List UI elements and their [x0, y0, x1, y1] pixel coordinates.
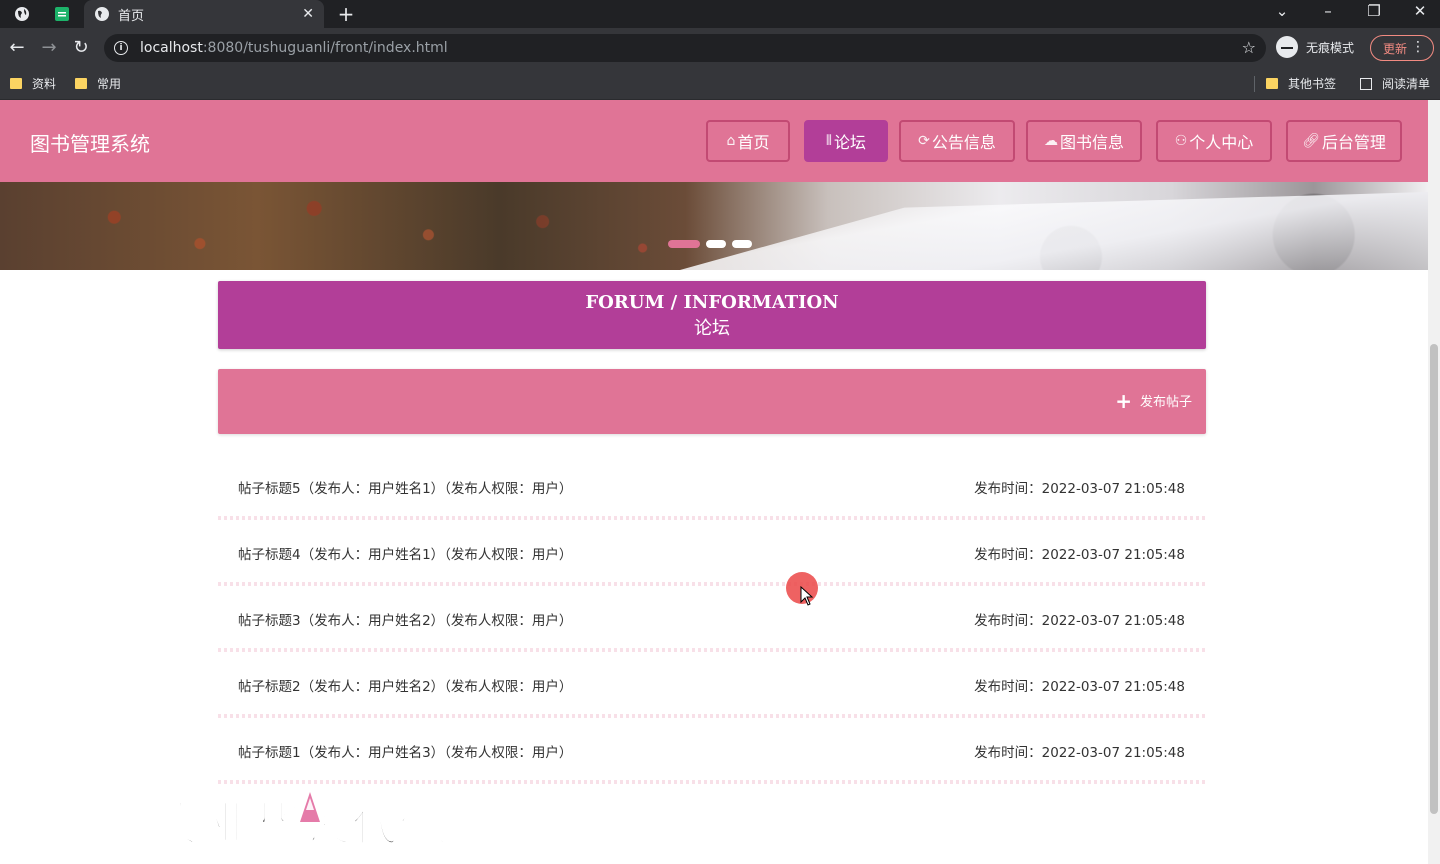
post-time: 发布时间：2022-03-07 21:05:48: [974, 481, 1185, 497]
site-title: 图书管理系统: [30, 132, 150, 156]
restore-button[interactable]: ❐: [1362, 2, 1386, 20]
nav-label: 后台管理: [1321, 133, 1386, 152]
post-row[interactable]: 帖子标题5（发布人：用户姓名1）（发布人权限：用户） 发布时间：2022-03-…: [218, 454, 1206, 520]
reading-list-icon: [1360, 77, 1372, 90]
back-button[interactable]: ←: [5, 36, 29, 60]
carousel-dot[interactable]: [706, 240, 726, 248]
url-host: localhost: [140, 40, 203, 56]
forum-title-cn: 论坛: [694, 318, 730, 339]
post-list: 帖子标题5（发布人：用户姓名1）（发布人权限：用户） 发布时间：2022-03-…: [218, 454, 1206, 784]
forum-heading: FORUM / INFORMATION 论坛: [218, 281, 1206, 349]
incognito-indicator[interactable]: 无痕模式: [1276, 36, 1354, 58]
close-tab-icon[interactable]: ✕: [302, 6, 314, 22]
page-scrollbar[interactable]: [1428, 100, 1440, 864]
plus-icon: +: [1115, 388, 1132, 413]
update-button[interactable]: 更新 ⋮: [1370, 35, 1434, 61]
post-row[interactable]: 帖子标题3（发布人：用户姓名2）（发布人权限：用户） 发布时间：2022-03-…: [218, 586, 1206, 652]
home-icon: ⌂: [726, 133, 736, 149]
nav-label: 图书信息: [1059, 133, 1124, 152]
incognito-icon: [1276, 36, 1298, 58]
publish-post-button[interactable]: + 发布帖子: [1115, 388, 1192, 413]
nav-label: 公告信息: [931, 133, 996, 152]
post-title[interactable]: 帖子标题2（发布人：用户姓名2）（发布人权限：用户）: [238, 675, 572, 695]
folder-icon: [75, 78, 87, 89]
nav-label: 个人中心: [1189, 133, 1254, 152]
forward-button[interactable]: →: [37, 36, 61, 60]
reading-list-label: 阅读清单: [1382, 77, 1431, 91]
bookmark-label: 常用: [97, 77, 122, 91]
post-row[interactable]: 帖子标题1（发布人：用户姓名3）（发布人权限：用户） 发布时间：2022-03-…: [218, 718, 1206, 784]
address-bar[interactable]: i localhost:8080/tushuguanli/front/index…: [104, 34, 1266, 62]
folder-icon: [10, 78, 22, 89]
nav-label: 首页: [737, 133, 770, 152]
bookmark-folder-common[interactable]: 常用: [75, 75, 121, 92]
incognito-label: 无痕模式: [1306, 40, 1355, 55]
folder-icon: [1266, 78, 1278, 89]
url-path: :8080/tushuguanli/front/index.html: [202, 40, 448, 56]
watermark-logo-icon: [300, 792, 320, 822]
forum-title-en: FORUM / INFORMATION: [585, 292, 839, 313]
post-title[interactable]: 帖子标题5（发布人：用户姓名1）（发布人权限：用户）: [238, 477, 572, 497]
post-time: 发布时间：2022-03-07 21:05:48: [974, 547, 1185, 563]
web-page: 图书管理系统 ⌂ 首页 ⫴ 论坛 ⟳ 公告信息 ☁ 图书信息 ⚇ 个人中心 🔗︎…: [0, 100, 1428, 864]
bookmark-label: 资料: [32, 77, 57, 91]
browser-globe-icon[interactable]: [12, 4, 32, 24]
nav-forum[interactable]: ⫴ 论坛: [804, 120, 888, 162]
update-label: 更新: [1383, 41, 1408, 56]
hero-banner: [0, 182, 1428, 270]
post-time: 发布时间：2022-03-07 21:05:48: [974, 613, 1185, 629]
reading-list[interactable]: 阅读清单: [1360, 75, 1430, 92]
publish-post-label: 发布帖子: [1139, 395, 1192, 410]
post-time: 发布时间：2022-03-07 21:05:48: [974, 745, 1185, 761]
tab-title: 首页: [118, 8, 145, 24]
nav-announcements[interactable]: ⟳ 公告信息: [899, 120, 1015, 162]
bookmark-star-icon[interactable]: ☆: [1242, 38, 1256, 57]
bookmarks-bar: 资料 常用 其他书签 阅读清单: [0, 68, 1440, 100]
forum-icon: ⫴: [826, 133, 832, 149]
nav-admin[interactable]: 🔗︎ 后台管理: [1286, 120, 1402, 162]
post-row[interactable]: 帖子标题2（发布人：用户姓名2）（发布人权限：用户） 发布时间：2022-03-…: [218, 652, 1206, 718]
post-title[interactable]: 帖子标题3（发布人：用户姓名2）（发布人权限：用户）: [238, 609, 572, 629]
site-info-icon[interactable]: i: [114, 41, 128, 55]
forum-action-bar: + 发布帖子: [218, 369, 1206, 434]
carousel-dot[interactable]: [668, 240, 700, 248]
post-row[interactable]: 帖子标题4（发布人：用户姓名1）（发布人权限：用户） 发布时间：2022-03-…: [218, 520, 1206, 586]
carousel-indicators: [668, 240, 752, 248]
tab-globe-icon: [95, 7, 109, 21]
nav-home[interactable]: ⌂ 首页: [706, 120, 790, 162]
announcement-icon: ⟳: [918, 133, 930, 149]
browser-tab-bar: 首页 ✕ + ⌄ – ❐ ✕: [0, 0, 1440, 28]
address-toolbar: ← → ↻ i localhost:8080/tushuguanli/front…: [0, 28, 1440, 68]
carousel-dot[interactable]: [732, 240, 752, 248]
reload-button[interactable]: ↻: [69, 36, 93, 60]
bookmarks-divider: [1254, 76, 1255, 92]
mouse-cursor-icon: [800, 586, 814, 606]
post-time: 发布时间：2022-03-07 21:05:48: [974, 679, 1185, 695]
tab-home[interactable]: 首页 ✕: [84, 0, 324, 28]
book-icon: ☁: [1043, 133, 1058, 149]
minimize-button[interactable]: –: [1316, 2, 1340, 20]
post-title[interactable]: 帖子标题4（发布人：用户姓名1）（发布人权限：用户）: [238, 543, 572, 563]
menu-dots-icon[interactable]: ⋮: [1411, 39, 1425, 55]
new-tab-button[interactable]: +: [334, 2, 358, 26]
other-bookmarks-label: 其他书签: [1288, 77, 1337, 91]
user-icon: ⚇: [1174, 133, 1188, 149]
nav-books[interactable]: ☁ 图书信息: [1026, 120, 1142, 162]
scrollbar-thumb[interactable]: [1430, 344, 1438, 814]
pinned-tab-icon[interactable]: [52, 4, 72, 24]
close-window-button[interactable]: ✕: [1408, 2, 1432, 20]
site-header: 图书管理系统 ⌂ 首页 ⫴ 论坛 ⟳ 公告信息 ☁ 图书信息 ⚇ 个人中心 🔗︎…: [0, 100, 1428, 182]
tab-search-icon[interactable]: ⌄: [1270, 2, 1294, 20]
nav-personal-center[interactable]: ⚇ 个人中心: [1156, 120, 1272, 162]
link-icon: 🔗︎: [1302, 133, 1320, 149]
bookmark-folder-docs[interactable]: 资料: [10, 75, 56, 92]
nav-label: 论坛: [833, 133, 866, 152]
other-bookmarks[interactable]: 其他书签: [1266, 75, 1336, 92]
post-title[interactable]: 帖子标题1（发布人：用户姓名3）（发布人权限：用户）: [238, 741, 572, 761]
